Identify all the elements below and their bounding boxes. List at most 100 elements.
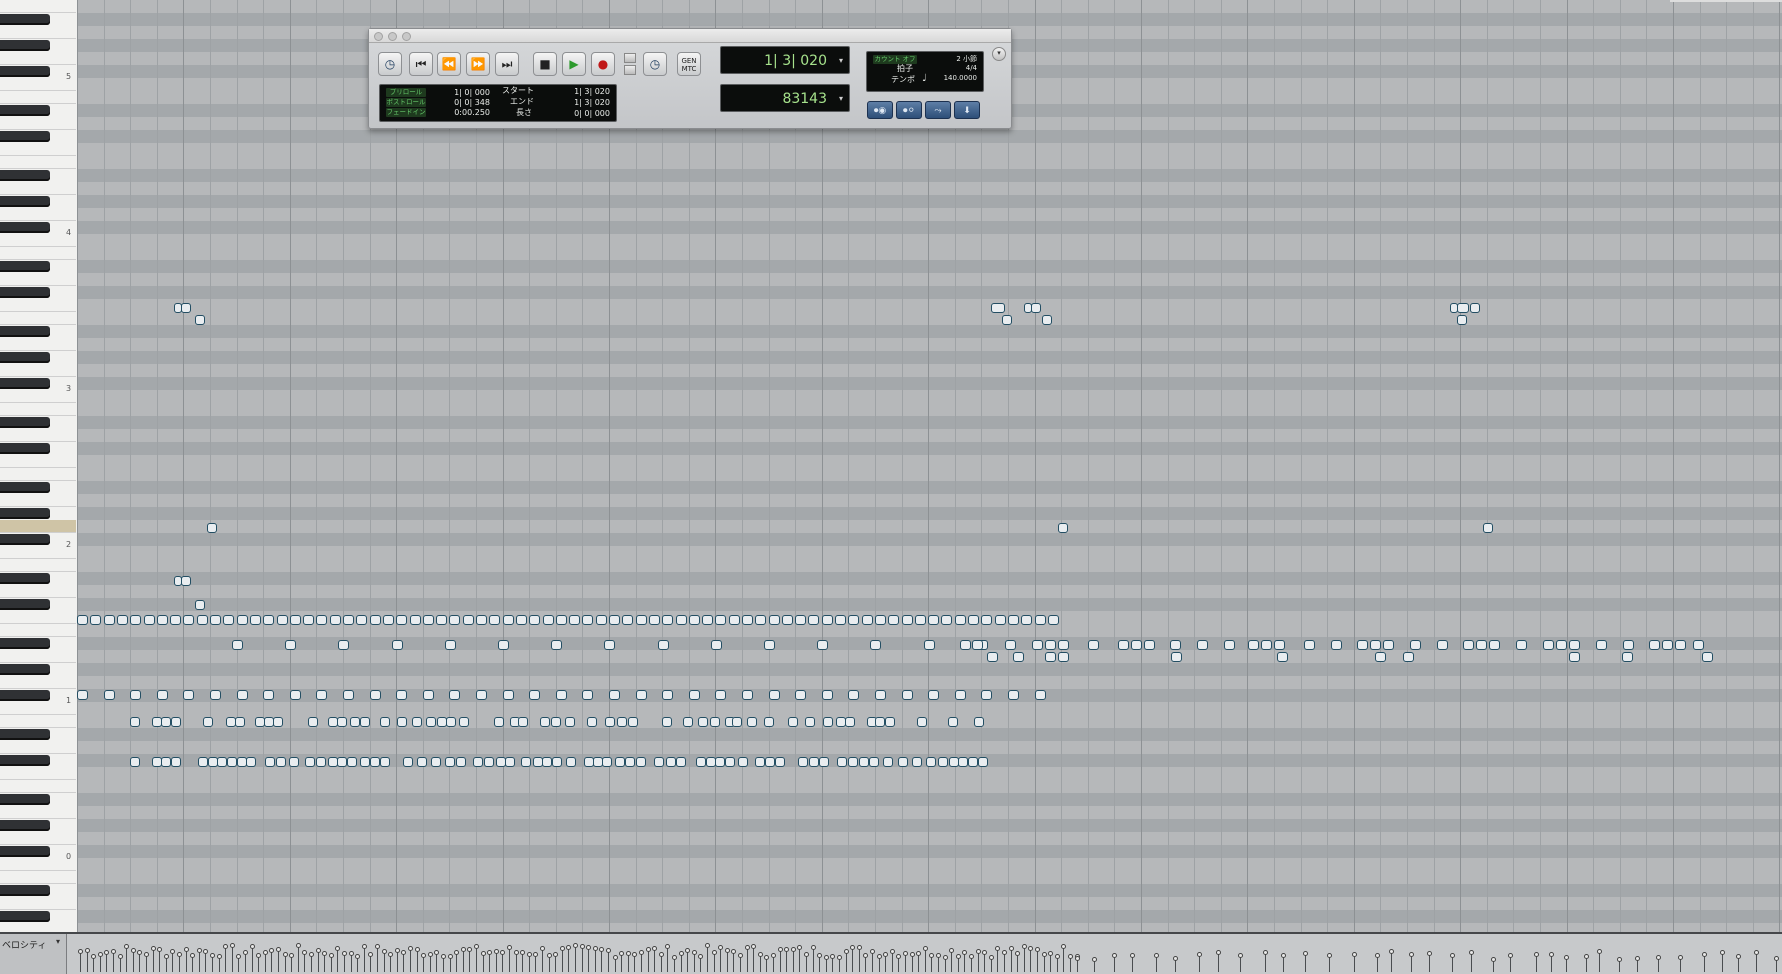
midi-note[interactable]	[1470, 303, 1480, 313]
midi-note[interactable]	[1274, 640, 1285, 650]
midi-note[interactable]	[1131, 640, 1142, 650]
midi-note[interactable]	[1058, 652, 1069, 662]
midi-note[interactable]	[316, 615, 327, 625]
velocity-stalk[interactable]	[243, 950, 248, 972]
white-key[interactable]	[0, 923, 76, 932]
midi-note[interactable]	[237, 615, 248, 625]
midi-note[interactable]	[337, 757, 347, 767]
preroll-label[interactable]: プリロール	[386, 88, 426, 97]
midi-note[interactable]	[795, 615, 806, 625]
midi-note[interactable]	[941, 615, 952, 625]
white-key[interactable]	[0, 247, 76, 260]
velocity-stalk[interactable]	[342, 951, 347, 972]
midi-note[interactable]	[1702, 652, 1713, 662]
velocity-stalk[interactable]	[778, 947, 783, 972]
midi-note[interactable]	[1483, 523, 1493, 533]
velocity-stalk[interactable]	[639, 950, 644, 972]
midi-note[interactable]	[171, 717, 181, 727]
velocity-stalk[interactable]	[599, 947, 604, 972]
velocity-stalk[interactable]	[302, 950, 307, 972]
midi-note[interactable]	[360, 757, 370, 767]
midi-note[interactable]	[1457, 303, 1469, 313]
midi-note[interactable]	[782, 615, 793, 625]
velocity-stalk[interactable]	[1774, 956, 1779, 972]
midi-note[interactable]	[551, 640, 562, 650]
midi-note[interactable]	[1248, 640, 1259, 650]
midi-note[interactable]	[263, 615, 274, 625]
top-scrollbar[interactable]	[1670, 0, 1782, 2]
midi-note[interactable]	[683, 717, 693, 727]
midi-note[interactable]	[848, 757, 858, 767]
midi-note[interactable]	[755, 757, 765, 767]
midi-note[interactable]	[505, 757, 515, 767]
midi-note[interactable]	[845, 717, 855, 727]
velocity-stalk[interactable]	[454, 950, 459, 972]
midi-note[interactable]	[235, 717, 245, 727]
velocity-stalk[interactable]	[461, 947, 466, 972]
midi-note[interactable]	[981, 690, 992, 700]
stop-button[interactable]: ■	[533, 52, 557, 76]
midi-note[interactable]	[265, 757, 275, 767]
velocity-stalk[interactable]	[1702, 952, 1707, 972]
midi-note[interactable]	[397, 717, 407, 727]
velocity-stalk[interactable]	[976, 949, 981, 972]
midi-note[interactable]	[343, 690, 354, 700]
velocity-stalk[interactable]	[738, 953, 743, 972]
velocity-stalk[interactable]	[982, 950, 987, 972]
velocity-stalk[interactable]	[857, 945, 862, 972]
transport-titlebar[interactable]	[369, 29, 1011, 43]
midi-note[interactable]	[602, 757, 612, 767]
midi-note[interactable]	[798, 757, 808, 767]
midi-note[interactable]	[181, 576, 191, 586]
midi-note[interactable]	[636, 757, 646, 767]
white-key[interactable]	[0, 455, 76, 468]
midi-note[interactable]	[392, 640, 403, 650]
midi-note[interactable]	[117, 615, 128, 625]
velocity-stalk[interactable]	[316, 948, 321, 972]
midi-note[interactable]	[1662, 640, 1673, 650]
velocity-stalk[interactable]	[230, 943, 235, 972]
velocity-stalk[interactable]	[606, 948, 611, 972]
white-key[interactable]	[0, 806, 76, 819]
midi-note[interactable]	[1623, 640, 1634, 650]
midi-note[interactable]	[484, 757, 494, 767]
velocity-stalk[interactable]	[1491, 957, 1496, 972]
midi-note[interactable]	[431, 757, 441, 767]
velocity-stalk[interactable]	[1534, 952, 1539, 972]
velocity-stalk[interactable]	[632, 952, 637, 972]
midi-note[interactable]	[498, 640, 509, 650]
midi-note[interactable]	[875, 615, 886, 625]
velocity-stalk[interactable]	[1028, 946, 1033, 972]
velocity-stalk[interactable]	[659, 952, 664, 972]
velocity-stalk[interactable]	[613, 955, 618, 972]
velocity-stalk[interactable]	[487, 950, 492, 972]
velocity-stalk[interactable]	[936, 953, 941, 972]
white-key[interactable]	[0, 715, 76, 728]
end-value[interactable]: 1| 3| 020	[546, 98, 610, 107]
white-key[interactable]	[0, 78, 76, 91]
count-off-value[interactable]: 2 小節	[937, 54, 977, 64]
fast-forward-button[interactable]: ⏩	[466, 52, 490, 76]
midi-note[interactable]	[1005, 640, 1016, 650]
midi-note[interactable]	[463, 615, 474, 625]
midi-note[interactable]	[198, 757, 208, 767]
black-key[interactable]	[0, 40, 50, 51]
velocity-stalk[interactable]	[1617, 957, 1622, 972]
velocity-stalk[interactable]	[500, 950, 505, 972]
velocity-stalk[interactable]	[949, 948, 954, 972]
midi-note[interactable]	[696, 757, 706, 767]
velocity-stalk[interactable]	[368, 952, 373, 972]
midi-note[interactable]	[622, 615, 633, 625]
midi-note[interactable]	[1476, 640, 1487, 650]
velocity-stalk[interactable]	[190, 953, 195, 972]
midi-note[interactable]	[654, 757, 664, 767]
quarter-note-icon[interactable]: ♩	[922, 73, 927, 84]
black-key[interactable]	[0, 573, 50, 584]
punch-mode-button[interactable]	[624, 65, 636, 75]
velocity-stalk[interactable]	[679, 951, 684, 972]
midi-note[interactable]	[769, 690, 780, 700]
midi-note[interactable]	[991, 303, 1005, 313]
midi-note[interactable]	[928, 615, 939, 625]
white-key[interactable]	[0, 26, 76, 39]
velocity-stalk[interactable]	[863, 953, 868, 972]
